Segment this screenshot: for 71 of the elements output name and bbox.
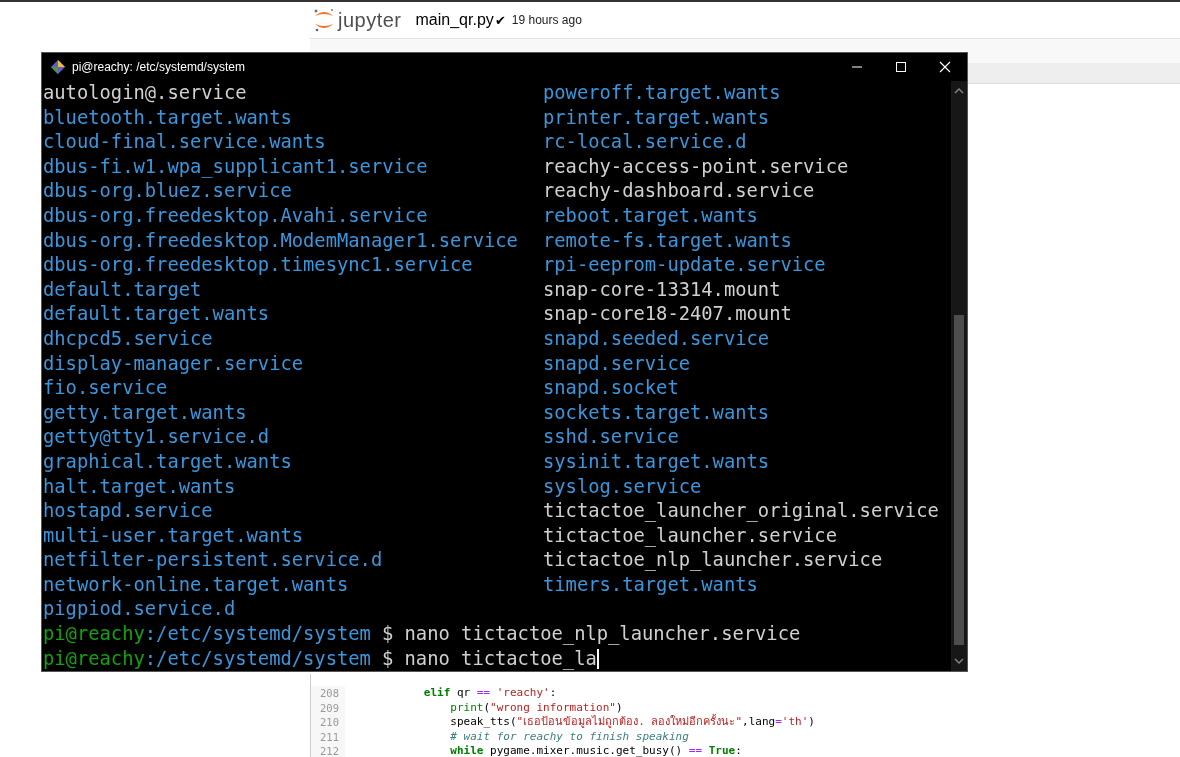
prompt-path: :/etc/systemd/system <box>144 646 371 671</box>
last-saved-time: 19 hours ago <box>511 13 582 27</box>
file-entry: dbus-org.freedesktop.Avahi.service <box>43 203 428 228</box>
scroll-up-icon[interactable] <box>954 87 964 95</box>
file-entry: dbus-org.bluez.service <box>43 179 292 204</box>
code-line: # wait for reachy to finish speaking <box>449 729 689 744</box>
file-entry: poweroff.target.wants <box>543 81 781 105</box>
file-entry: reboot.target.wants <box>543 203 758 228</box>
file-entry: syslog.service <box>543 474 702 499</box>
command-text: $ nano tictactoe_nlp_launcher.service <box>381 622 801 647</box>
prompt-path: :/etc/systemd/system <box>144 622 371 647</box>
file-entry: autologin@.service <box>43 81 247 105</box>
line-number: 210 <box>311 715 345 730</box>
prompt-user: pi@reachy <box>43 646 145 671</box>
command-text: $ nano tictactoe_la <box>381 646 597 672</box>
terminal-app-icon <box>50 59 66 75</box>
file-entry: rc-local.service.d <box>543 130 747 155</box>
window-title: pi@reachy: /etc/systemd/system <box>72 60 245 74</box>
code-line: while pygame.mixer.music.get_busy() == True: <box>449 744 742 757</box>
file-entry: snapd.socket <box>543 376 679 401</box>
file-entry: default.target <box>43 277 202 302</box>
scroll-down-icon[interactable] <box>954 657 964 665</box>
maximize-icon[interactable] <box>895 61 907 73</box>
file-entry: dhcpcd5.service <box>43 326 213 351</box>
code-line: speak_tts("เธอป้อนข้อมูลไม่ถูกต้อง. ลองใหม่อีกครั้งนะ",lang='th') <box>449 715 815 730</box>
file-entry: snapd.service <box>543 351 690 376</box>
file-entry: timers.target.wants <box>543 572 758 597</box>
file-entry: pigpiod.service.d <box>43 597 236 622</box>
jupyter-logo-text: jupyter <box>338 8 402 32</box>
file-entry: getty@tty1.service.d <box>43 425 270 450</box>
file-entry: reachy-access-point.service <box>543 154 849 179</box>
file-entry: graphical.target.wants <box>43 449 292 474</box>
file-entry: cloud-final.service.wants <box>43 130 326 155</box>
file-entry: tictactoe_launcher.service <box>543 523 837 549</box>
file-entry: default.target.wants <box>43 302 270 327</box>
saved-check: ✔ <box>494 12 506 28</box>
file-entry: snap-core-13314.mount <box>543 277 781 302</box>
file-entry: netfilter-persistent.service.d <box>43 548 383 573</box>
file-entry: remote-fs.target.wants <box>543 228 792 253</box>
text-cursor <box>596 648 599 669</box>
file-entry: halt.target.wants <box>43 474 236 499</box>
file-entry: network-online.target.wants <box>43 572 349 597</box>
file-entry: dbus-org.freedesktop.ModemManager1.service <box>43 228 518 253</box>
file-entry: tictactoe_launcher_original.service <box>543 499 939 524</box>
file-entry: rpi-eeprom-update.service <box>543 253 826 278</box>
scrollbar[interactable] <box>951 81 967 671</box>
file-entry: snapd.seeded.service <box>543 326 770 351</box>
code-line: print("wrong information") <box>449 700 623 715</box>
file-entry: getty.target.wants <box>43 400 247 425</box>
jupyter-logo-icon <box>313 7 335 33</box>
file-entry: sshd.service <box>543 425 679 450</box>
file-entry: snap-core18-2407.mount <box>543 302 792 327</box>
file-entry: display-manager.service <box>43 351 304 376</box>
file-entry: sockets.target.wants <box>543 400 770 425</box>
file-entry: printer.target.wants <box>543 105 770 130</box>
code-line: elif qr == 'reachy': <box>422 686 557 701</box>
file-entry: multi-user.target.wants <box>43 523 304 548</box>
close-icon[interactable] <box>939 61 951 73</box>
scrollbar-thumb[interactable] <box>954 315 964 645</box>
prompt-user: pi@reachy <box>43 622 145 647</box>
notebook-filename[interactable]: main_qr.py <box>415 11 494 29</box>
file-entry: tictactoe_nlp_launcher.service <box>543 548 883 573</box>
file-entry: hostapd.service <box>43 499 213 524</box>
line-number: 212 <box>311 744 345 757</box>
line-number: 208 <box>311 686 345 701</box>
file-entry: dbus-fi.w1.wpa_supplicant1.service <box>43 154 428 180</box>
file-entry: bluetooth.target.wants <box>43 105 292 130</box>
file-entry: sysinit.target.wants <box>543 449 770 474</box>
file-entry: dbus-org.freedesktop.timesync1.service <box>43 253 473 278</box>
file-entry: fio.service <box>43 376 168 401</box>
file-entry: reachy-dashboard.service <box>543 179 815 204</box>
